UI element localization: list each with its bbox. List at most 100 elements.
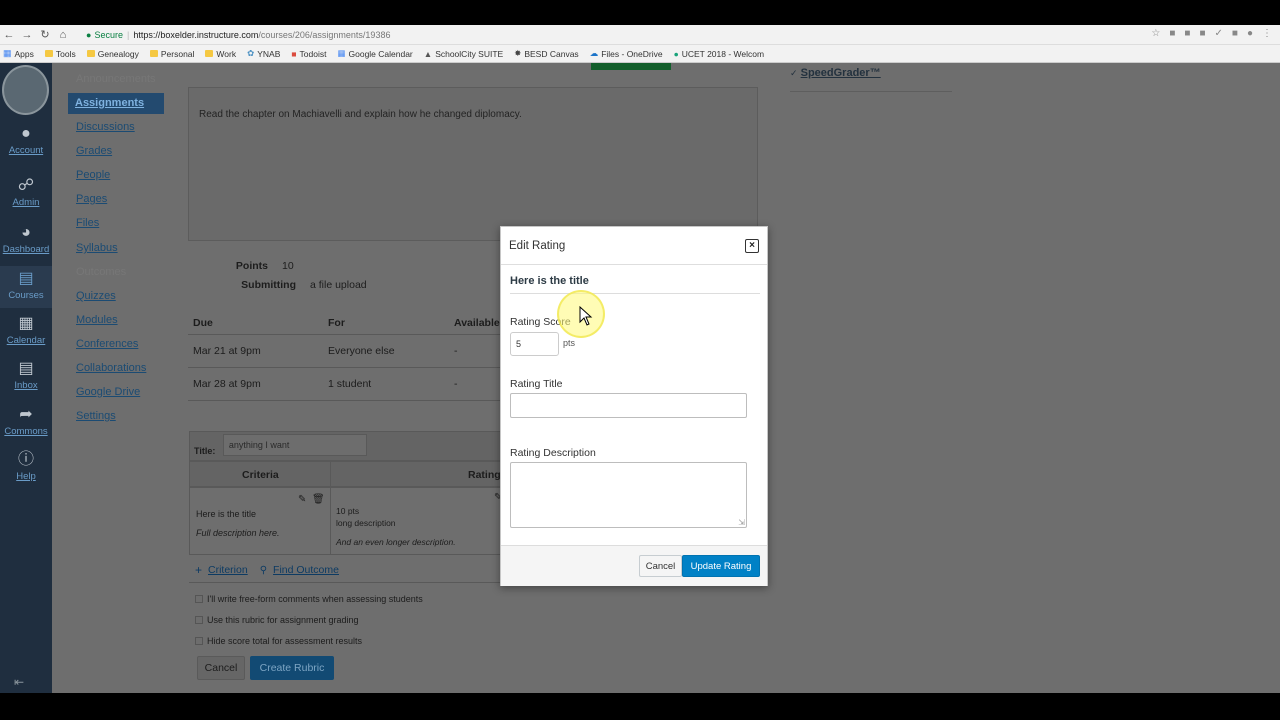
rating-title-input[interactable] bbox=[510, 393, 747, 418]
submitting-label: Submitting bbox=[241, 279, 296, 291]
bookmark-tools[interactable]: Tools bbox=[44, 49, 76, 59]
course-nav-grades[interactable]: Grades bbox=[76, 145, 112, 157]
bookmark-besd-canvas[interactable]: ✸ BESD Canvas bbox=[514, 48, 578, 59]
find-outcome-link[interactable]: Find Outcome bbox=[273, 564, 339, 576]
bookmark-work[interactable]: Work bbox=[205, 49, 236, 59]
bookmark-google-calendar[interactable]: ▦ Google Calendar bbox=[337, 48, 412, 59]
delete-criterion-icon[interactable]: 🗑 bbox=[312, 494, 325, 505]
bookmark-schoolcity[interactable]: ▲ SchoolCity SUITE bbox=[424, 49, 503, 59]
resize-handle-icon[interactable]: ⇲ bbox=[738, 518, 745, 527]
global-nav-admin[interactable]: ☍ Admin bbox=[0, 177, 52, 208]
global-nav-calendar[interactable]: ▦ Calendar bbox=[0, 315, 52, 346]
course-nav-settings[interactable]: Settings bbox=[76, 410, 116, 422]
bookmark-todoist[interactable]: ■ Todoist bbox=[291, 49, 326, 59]
rubric-option-row: I'll write free-form comments when asses… bbox=[195, 594, 423, 604]
global-nav-label: Dashboard bbox=[2, 244, 50, 255]
screen-top-bar bbox=[0, 0, 1280, 25]
criterion-description: Full description here. bbox=[196, 528, 280, 538]
global-nav-account[interactable]: ● Account bbox=[0, 125, 52, 156]
folder-icon bbox=[44, 50, 53, 57]
criterion-subtitle: Here is the title bbox=[510, 275, 760, 294]
global-nav-dashboard[interactable]: ◕ Dashboard bbox=[0, 224, 52, 255]
url-path[interactable]: /courses/206/assignments/19386 bbox=[258, 30, 390, 40]
points-row: Points 10 bbox=[188, 260, 294, 272]
rubric-title-input[interactable] bbox=[222, 434, 367, 456]
bookmark-onedrive[interactable]: ☁ Files - OneDrive bbox=[590, 48, 663, 59]
bookmark-apps[interactable]: ▦ Apps bbox=[3, 48, 34, 59]
course-nav-modules[interactable]: Modules bbox=[76, 314, 118, 326]
checkbox[interactable] bbox=[195, 595, 203, 603]
global-nav-inbox[interactable]: ▤ Inbox bbox=[0, 360, 52, 391]
edit-criterion-icon[interactable]: ✎ bbox=[298, 494, 306, 505]
course-nav-assignments[interactable]: Assignments bbox=[68, 93, 164, 114]
add-criterion-link[interactable]: Criterion bbox=[208, 564, 248, 576]
course-nav-syllabus[interactable]: Syllabus bbox=[76, 242, 118, 254]
folder-icon bbox=[86, 50, 95, 57]
global-nav-courses[interactable]: ▤ Courses bbox=[0, 266, 52, 308]
extension-icon[interactable]: ■ bbox=[1199, 28, 1205, 39]
collapse-nav-icon[interactable]: ⇤ bbox=[14, 675, 24, 689]
rubric-option-row: Hide score total for assessment results bbox=[195, 636, 362, 646]
school-logo[interactable] bbox=[2, 65, 49, 115]
course-nav-people[interactable]: People bbox=[76, 169, 110, 181]
rating-score-input[interactable]: 5 bbox=[510, 332, 559, 356]
global-nav-commons[interactable]: ➦ Commons bbox=[0, 406, 52, 437]
url-host[interactable]: https://boxelder.instructure.com bbox=[133, 30, 258, 40]
account-icon: ● bbox=[21, 125, 31, 142]
reload-icon[interactable]: ↻ bbox=[36, 28, 54, 41]
edit-rating-dialog: Edit Rating × Here is the title Rating S… bbox=[500, 226, 768, 586]
extension-icon[interactable]: ■ bbox=[1169, 28, 1175, 39]
course-nav-collaborations[interactable]: Collaborations bbox=[76, 362, 146, 374]
global-nav-help[interactable]: ⓘ Help bbox=[0, 451, 52, 482]
course-nav-discussions[interactable]: Discussions bbox=[76, 121, 135, 133]
menu-icon[interactable]: ⋮ bbox=[1262, 28, 1272, 39]
speedgrader-link[interactable]: SpeedGrader™ bbox=[801, 67, 881, 79]
bookmark-ucet[interactable]: ● UCET 2018 - Welcom bbox=[674, 49, 765, 59]
rubric-cancel-button[interactable]: Cancel bbox=[197, 656, 245, 680]
bookmark-label: Apps bbox=[14, 48, 34, 59]
extension-icon[interactable]: ✓ bbox=[1215, 28, 1223, 39]
back-icon[interactable]: ← bbox=[0, 29, 18, 41]
forward-icon[interactable]: → bbox=[18, 29, 36, 41]
page-scrollbar[interactable] bbox=[1272, 63, 1280, 693]
rating-title-label: Rating Title bbox=[510, 378, 563, 390]
checkbox[interactable] bbox=[195, 616, 203, 624]
course-nav-google-drive[interactable]: Google Drive bbox=[76, 386, 140, 398]
extension-icon[interactable]: ■ bbox=[1232, 28, 1238, 39]
browser-address-bar[interactable]: ← → ↻ ⌂ ● Secure | https://boxelder.inst… bbox=[0, 25, 1280, 45]
close-icon[interactable]: × bbox=[745, 238, 759, 253]
ucet-icon: ● bbox=[673, 48, 679, 59]
rating-points[interactable]: 10 pts bbox=[336, 506, 359, 516]
create-rubric-button[interactable]: Create Rubric bbox=[250, 656, 334, 680]
right-sidebar: ✓ SpeedGrader™ bbox=[790, 67, 952, 92]
course-nav-files[interactable]: Files bbox=[76, 217, 99, 229]
checkbox[interactable] bbox=[195, 637, 203, 645]
global-navigation: ● Account ☍ Admin ◕ Dashboard ▤ Courses ▦ Cal… bbox=[0, 63, 52, 693]
update-rating-button[interactable]: Update Rating bbox=[682, 555, 760, 577]
bookmark-personal[interactable]: Personal bbox=[149, 49, 194, 59]
option-label: Hide score total for assessment results bbox=[207, 636, 363, 646]
cancel-button[interactable]: Cancel bbox=[639, 555, 682, 577]
url-separator: | bbox=[126, 29, 130, 40]
apps-grid-icon: ▦ bbox=[3, 48, 12, 58]
courses-icon: ▤ bbox=[18, 270, 34, 287]
search-icon: ⚲ bbox=[259, 564, 268, 576]
points-value: 10 bbox=[282, 260, 294, 272]
star-icon[interactable]: ☆ bbox=[1151, 28, 1160, 39]
rating-description-textarea[interactable]: ⇲ bbox=[510, 462, 747, 528]
bookmark-ynab[interactable]: ✿ YNAB bbox=[247, 48, 280, 59]
bookmark-label: Todoist bbox=[299, 48, 327, 59]
mouse-cursor-icon bbox=[579, 305, 593, 326]
bookmark-genealogy[interactable]: Genealogy bbox=[86, 49, 139, 59]
course-nav-outcomes[interactable]: Outcomes bbox=[76, 266, 126, 278]
points-label: Points bbox=[235, 260, 268, 272]
folder-icon bbox=[149, 50, 158, 57]
course-nav-pages[interactable]: Pages bbox=[76, 193, 107, 205]
home-icon[interactable]: ⌂ bbox=[54, 29, 72, 41]
extension-icon[interactable]: ■ bbox=[1184, 28, 1190, 39]
course-nav-conferences[interactable]: Conferences bbox=[76, 338, 138, 350]
course-nav-quizzes[interactable]: Quizzes bbox=[76, 290, 116, 302]
profile-icon[interactable]: ● bbox=[1247, 28, 1253, 39]
course-nav-announcements[interactable]: Announcements bbox=[76, 73, 156, 85]
publish-button[interactable] bbox=[591, 63, 671, 70]
